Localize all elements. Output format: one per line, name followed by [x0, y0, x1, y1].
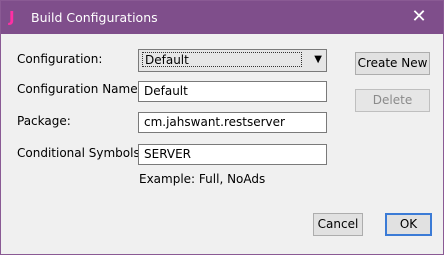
ok-button[interactable]: OK	[385, 213, 432, 236]
configuration-label: Configuration:	[17, 52, 103, 66]
title-bar: J Build Configurations ✕	[1, 1, 443, 34]
close-icon[interactable]: ✕	[407, 6, 431, 28]
configuration-name-label: Configuration Name:	[17, 82, 142, 96]
package-input[interactable]: cm.jahswant.restserver	[138, 112, 327, 133]
configuration-name-input[interactable]: Default	[138, 81, 327, 102]
delete-button[interactable]: Delete	[355, 89, 430, 112]
conditional-symbols-example: Example: Full, NoAds	[139, 172, 266, 186]
conditional-symbols-input[interactable]: SERVER	[138, 144, 327, 165]
create-new-button[interactable]: Create New	[355, 52, 430, 75]
cancel-button[interactable]: Cancel	[313, 213, 363, 236]
conditional-symbols-label: Conditional Symbols:	[17, 146, 144, 160]
window-title: Build Configurations	[31, 10, 158, 25]
configuration-selected-value: Default	[142, 52, 302, 67]
chevron-down-icon[interactable]: ▼	[314, 53, 322, 67]
app-logo-icon: J	[9, 8, 15, 26]
configuration-dropdown[interactable]: Default ▼	[138, 49, 327, 72]
build-configurations-dialog: J Build Configurations ✕ Configuration: …	[0, 0, 444, 255]
package-label: Package:	[17, 114, 71, 128]
